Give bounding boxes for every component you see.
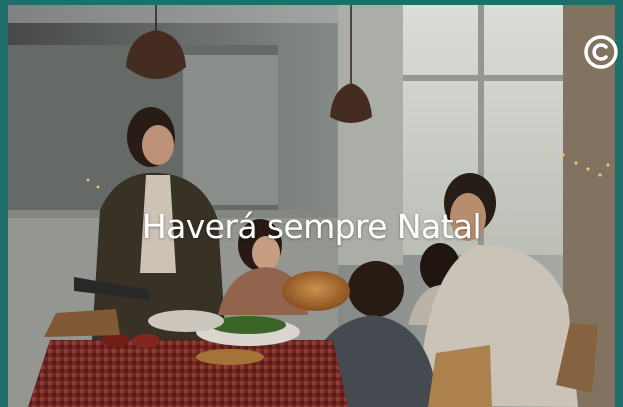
c-circle-logo-icon[interactable] — [582, 33, 620, 71]
vignette — [8, 5, 615, 407]
video-caption: Haverá sempre Natal — [141, 207, 482, 246]
video-frame[interactable]: Haverá sempre Natal — [8, 5, 615, 407]
video-scene — [8, 5, 615, 407]
